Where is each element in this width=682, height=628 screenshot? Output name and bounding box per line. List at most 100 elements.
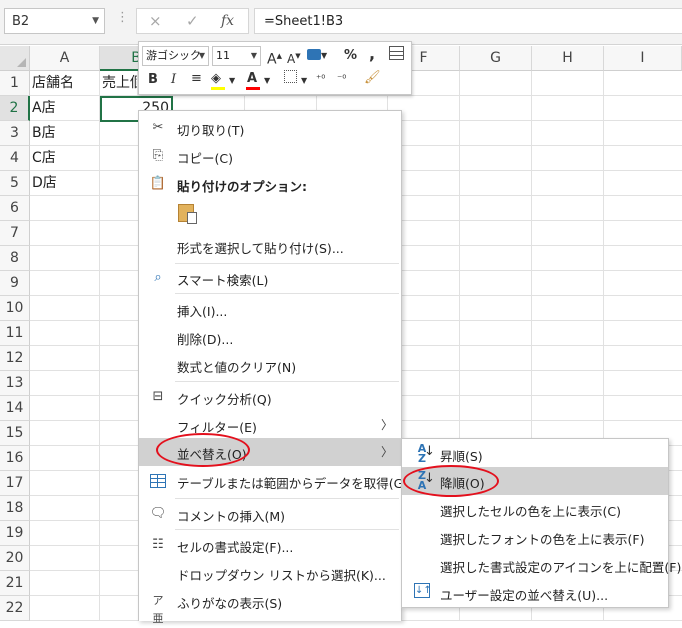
grow-font-icon[interactable]: A▲ <box>267 47 282 69</box>
menu-item-pick-from-list[interactable]: ドロップダウン リストから選択(K)... <box>139 559 401 587</box>
cell-b1[interactable]: 売上個 <box>100 71 138 96</box>
menu-item-get-data[interactable]: テーブルまたは範囲からデータを取得(G)... <box>139 467 420 495</box>
row-header-12[interactable]: 12 <box>0 346 30 371</box>
row-header-4[interactable]: 4 <box>0 146 30 171</box>
menu-item-insert[interactable]: 挿入(I)... <box>139 295 401 323</box>
grow-font-letter: A <box>267 51 277 68</box>
menu-item-format-cells[interactable]: ☷ セルの書式設定(F)... <box>139 531 401 559</box>
row-header-2[interactable]: 2 <box>0 96 30 121</box>
formula-bar-resize-icon[interactable]: ⋮ <box>116 10 129 25</box>
row-header-22[interactable]: 22 <box>0 596 30 621</box>
scissors-icon: ✂ <box>152 120 164 135</box>
row-header-5[interactable]: 5 <box>0 171 30 196</box>
row-header-15[interactable]: 15 <box>0 421 30 446</box>
menu-item-clear-contents[interactable]: 数式と値のクリア(N) <box>139 351 401 379</box>
column-header-g[interactable]: G <box>460 46 532 71</box>
cell-a2[interactable]: A店 <box>30 96 100 121</box>
column-header-h[interactable]: H <box>532 46 604 71</box>
chevron-down-icon[interactable]: ▼ <box>229 72 235 90</box>
row-header-8[interactable]: 8 <box>0 246 30 271</box>
menu-item-show-furigana[interactable]: ア亜 ふりがなの表示(S) <box>139 587 401 625</box>
menu-item-smart-lookup[interactable]: ⌕ スマート検索(L) <box>139 264 401 292</box>
column-header-a[interactable]: A <box>30 46 100 71</box>
row-header-7[interactable]: 7 <box>0 221 30 246</box>
row-header-10[interactable]: 10 <box>0 296 30 321</box>
row-header-13[interactable]: 13 <box>0 371 30 396</box>
menu-item-cut[interactable]: ✂ 切り取り(T) <box>139 114 401 142</box>
insert-function-icon[interactable]: fx <box>221 13 234 29</box>
cell-a1[interactable]: 店舗名 <box>30 71 100 96</box>
context-menu: ✂ 切り取り(T) ⎘ コピー(C) 📋 貼り付けのオプション: 形式を選択して… <box>138 110 420 625</box>
row-header-9[interactable]: 9 <box>0 271 30 296</box>
comma-style-icon[interactable]: , <box>369 45 375 63</box>
cancel-icon[interactable]: × <box>149 12 162 30</box>
font-color-icon[interactable]: A <box>246 70 260 90</box>
font-name-select[interactable]: 游ゴシック ▼ <box>142 46 209 66</box>
name-box[interactable]: B2 ▼ <box>4 8 105 34</box>
menu-item-sort-ascending[interactable]: A Z ↓ 昇順(S) <box>402 440 668 468</box>
bold-icon[interactable]: B <box>148 71 158 89</box>
chevron-down-icon[interactable]: ▼ <box>92 16 99 26</box>
chevron-down-icon: ▼ <box>198 51 205 60</box>
menu-item-label: 選択したセルの色を上に表示(C) <box>440 504 621 519</box>
row-header-20[interactable]: 20 <box>0 546 30 571</box>
name-box-value: B2 <box>12 14 30 29</box>
row-header-14[interactable]: 14 <box>0 396 30 421</box>
annotation-ellipse-descending <box>403 465 499 497</box>
row-header-21[interactable]: 21 <box>0 571 30 596</box>
formula-bar: B2 ▼ ⋮ × ✓ fx =Sheet1!B3 <box>0 0 682 45</box>
sort-ascending-icon: A Z ↓ <box>417 442 435 465</box>
format-painter-icon[interactable]: 🖌 <box>364 69 381 87</box>
borders-icon[interactable] <box>284 70 297 89</box>
italic-icon[interactable]: I <box>171 71 176 89</box>
menu-item-label: コピー(C) <box>177 151 233 166</box>
menu-item-sort-icon[interactable]: 選択した書式設定のアイコンを上に配置(F) <box>402 551 681 579</box>
row-header-6[interactable]: 6 <box>0 196 30 221</box>
formula-buttons: × ✓ fx <box>136 8 249 34</box>
accounting-format-icon[interactable]: ▼ <box>307 46 327 65</box>
menu-item-copy[interactable]: ⎘ コピー(C) <box>139 142 401 170</box>
row-header-19[interactable]: 19 <box>0 521 30 546</box>
row-header-11[interactable]: 11 <box>0 321 30 346</box>
menu-item-label: スマート検索(L) <box>177 273 269 288</box>
menu-item-paste-special[interactable]: 形式を選択して貼り付け(S)... <box>139 232 401 260</box>
menu-item-custom-sort[interactable]: ↓↑ ユーザー設定の並べ替え(U)... <box>402 579 668 607</box>
menu-item-sort-font-color[interactable]: 選択したフォントの色を上に表示(F) <box>402 523 668 551</box>
paste-option-button[interactable] <box>175 202 203 228</box>
menu-item-sort-cell-color[interactable]: 選択したセルの色を上に表示(C) <box>402 495 668 523</box>
select-all-button[interactable] <box>0 46 30 71</box>
font-size-value: 11 <box>216 49 230 62</box>
row-header-16[interactable]: 16 <box>0 446 30 471</box>
menu-item-delete[interactable]: 削除(D)... <box>139 323 401 351</box>
chevron-right-icon: 〉 <box>380 418 393 432</box>
row-header-18[interactable]: 18 <box>0 496 30 521</box>
cell-a5[interactable]: D店 <box>30 171 100 196</box>
fill-color-icon[interactable]: ◈ <box>211 70 225 90</box>
font-name-value: 游ゴシック <box>146 49 201 62</box>
row-header-17[interactable]: 17 <box>0 471 30 496</box>
cell-a4[interactable]: C店 <box>30 146 100 171</box>
font-size-select[interactable]: 11 ▼ <box>212 46 261 66</box>
chevron-down-icon[interactable]: ▼ <box>301 72 307 90</box>
cell-a3[interactable]: B店 <box>30 121 100 146</box>
row-header-1[interactable]: 1 <box>0 71 30 96</box>
shrink-font-icon[interactable]: A▼ <box>287 47 301 68</box>
mini-toolbar: 游ゴシック ▼ 11 ▼ A▲ A▼ ▼ % , B I ≡ ◈ ▼ A ▼ ▼… <box>138 41 412 95</box>
sort-submenu: A Z ↓ 昇順(S) Z A ↓ 降順(O) 選択したセルの色を上に表示(C) 選択し… <box>401 438 681 608</box>
column-header-i[interactable]: I <box>604 46 682 71</box>
increase-decimal-icon[interactable]: ⁺⁰ <box>316 71 325 89</box>
menu-item-insert-comment[interactable]: 🗨 コメントの挿入(M) <box>139 500 401 528</box>
format-painter-table-icon[interactable] <box>389 46 404 66</box>
chevron-down-icon[interactable]: ▼ <box>264 72 270 90</box>
decrease-decimal-icon[interactable]: ⁻⁰ <box>337 71 346 89</box>
percent-style-icon[interactable]: % <box>344 47 357 65</box>
menu-item-quick-analysis[interactable]: ⊟ クイック分析(Q) <box>139 383 401 411</box>
formula-text: =Sheet1!B3 <box>264 14 344 29</box>
annotation-ellipse-sort <box>156 433 250 467</box>
align-center-icon[interactable]: ≡ <box>191 70 202 88</box>
row-header-3[interactable]: 3 <box>0 121 30 146</box>
select-all-triangle-icon <box>17 58 26 67</box>
clipboard-icon: 📋 <box>149 176 167 191</box>
enter-icon[interactable]: ✓ <box>186 12 199 30</box>
formula-input[interactable]: =Sheet1!B3 <box>254 8 682 34</box>
